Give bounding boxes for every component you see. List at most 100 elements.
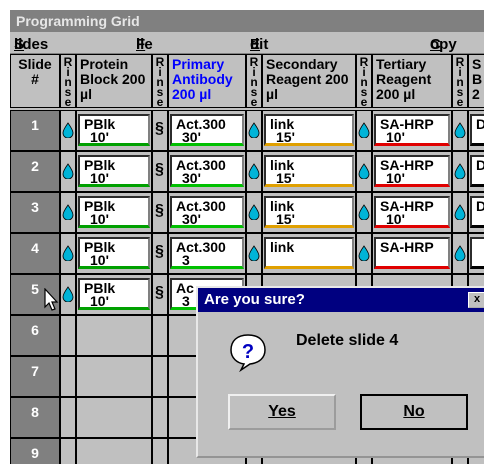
- secondary-reagent-time: 15': [276, 170, 295, 186]
- grid-cell[interactable]: [152, 315, 168, 356]
- primary-antibody-time: 30': [182, 170, 201, 186]
- tertiary-reagent-cell[interactable]: SA-HRP 10': [374, 196, 450, 228]
- rinse-drop-icon[interactable]: [62, 286, 74, 302]
- primary-antibody-time: 30': [182, 129, 201, 145]
- rinse-drop-icon[interactable]: [62, 163, 74, 179]
- row-header-3[interactable]: 3: [10, 192, 60, 233]
- protein-block-cell[interactable]: PBlk 10': [78, 278, 150, 310]
- grid-cell[interactable]: [152, 397, 168, 438]
- grid-cell[interactable]: [152, 438, 168, 464]
- dialog-title: Are you sure?: [204, 291, 305, 308]
- rinse-drop-icon[interactable]: [454, 245, 466, 261]
- protein-block-cell[interactable]: PBlk 10': [78, 196, 150, 228]
- rinse-swirl-icon[interactable]: §: [155, 161, 164, 179]
- menu-slides-rest: lides: [14, 36, 49, 53]
- protein-block-time: 10': [90, 293, 109, 309]
- yes-button[interactable]: Yes: [228, 394, 336, 430]
- rinse-drop-icon[interactable]: [454, 122, 466, 138]
- rinse-drop-icon[interactable]: [358, 204, 370, 220]
- svg-text:?: ?: [242, 341, 254, 363]
- protein-block-time: 10': [90, 211, 109, 227]
- primary-antibody-cell[interactable]: Act.300 30': [170, 196, 244, 228]
- rinse-drop-icon[interactable]: [62, 122, 74, 138]
- protein-block-time: 10': [90, 129, 109, 145]
- rinse-drop-icon[interactable]: [62, 204, 74, 220]
- rinse-drop-icon[interactable]: [454, 204, 466, 220]
- secondary-reagent-cell[interactable]: link 15': [264, 196, 354, 228]
- dialog-message: Delete slide 4: [296, 332, 399, 349]
- dialog-title-bar: Are you sure? x: [198, 288, 484, 312]
- row-header-8[interactable]: 8: [10, 397, 60, 438]
- secondary-reagent-time: 15': [276, 129, 295, 145]
- next-reagent-cell[interactable]: D: [470, 155, 484, 187]
- rinse-drop-icon[interactable]: [248, 245, 260, 261]
- question-icon: ?: [230, 334, 266, 372]
- dialog-close-button[interactable]: x: [468, 292, 484, 308]
- secondary-reagent-cell[interactable]: link 15': [264, 114, 354, 146]
- tertiary-reagent-time: 10': [386, 170, 405, 186]
- secondary-reagent-time: 15': [276, 211, 295, 227]
- protein-block-time: 10': [90, 170, 109, 186]
- grid-cell[interactable]: [76, 315, 152, 356]
- no-button[interactable]: No: [360, 394, 468, 430]
- protein-block-time: 10': [90, 252, 109, 268]
- grid-cell[interactable]: [60, 438, 76, 464]
- tertiary-reagent-time: 10': [386, 211, 405, 227]
- rinse-swirl-icon[interactable]: §: [155, 120, 164, 138]
- header-rinse-1: Rinse: [60, 54, 76, 108]
- tertiary-reagent-cell[interactable]: SA-HRP: [374, 237, 450, 269]
- secondary-reagent-cell[interactable]: link 15': [264, 155, 354, 187]
- grid-cell[interactable]: [152, 356, 168, 397]
- header-slide: Slide #: [10, 54, 60, 108]
- rinse-drop-icon[interactable]: [62, 245, 74, 261]
- mouse-pointer-icon: [44, 288, 59, 311]
- next-reagent-cell[interactable]: D: [470, 196, 484, 228]
- rinse-drop-icon[interactable]: [248, 163, 260, 179]
- next-reagent-cell[interactable]: [470, 237, 484, 269]
- rinse-swirl-icon[interactable]: §: [155, 284, 164, 302]
- rinse-swirl-icon[interactable]: §: [155, 243, 164, 261]
- header-rinse-2: Rinse: [152, 54, 168, 108]
- menu-file-rest: ile: [136, 36, 153, 53]
- protein-block-cell[interactable]: PBlk 10': [78, 155, 150, 187]
- row-header-1[interactable]: 1: [10, 110, 60, 151]
- grid-cell[interactable]: [76, 438, 152, 464]
- header-rinse-3: Rinse: [246, 54, 262, 108]
- grid-cell[interactable]: [76, 397, 152, 438]
- header-primary-antibody: Primary Antibody 200 µl: [168, 54, 246, 108]
- secondary-reagent-reagent: link: [270, 239, 295, 255]
- next-reagent-cell[interactable]: D: [470, 114, 484, 146]
- header-rinse-4: Rinse: [356, 54, 372, 108]
- rinse-drop-icon[interactable]: [358, 245, 370, 261]
- tertiary-reagent-cell[interactable]: SA-HRP 10': [374, 155, 450, 187]
- grid-cell[interactable]: [60, 315, 76, 356]
- grid-cell[interactable]: [76, 356, 152, 397]
- rinse-drop-icon[interactable]: [358, 163, 370, 179]
- programming-grid-window: Programming Grid Slides File Edit lists …: [10, 10, 484, 464]
- header-protein-block: Protein Block 200 µl: [76, 54, 152, 108]
- primary-antibody-cell[interactable]: Act.300 30': [170, 155, 244, 187]
- primary-antibody-cell[interactable]: Act.300 30': [170, 114, 244, 146]
- row-header-9[interactable]: 9: [10, 438, 60, 464]
- protein-block-cell[interactable]: PBlk 10': [78, 237, 150, 269]
- rinse-drop-icon[interactable]: [358, 122, 370, 138]
- row-header-4[interactable]: 4: [10, 233, 60, 274]
- protein-block-cell[interactable]: PBlk 10': [78, 114, 150, 146]
- no-button-label: No: [403, 403, 425, 420]
- row-header-6[interactable]: 6: [10, 315, 60, 356]
- rinse-drop-icon[interactable]: [248, 204, 260, 220]
- tertiary-reagent-reagent: SA-HRP: [380, 239, 434, 255]
- rinse-swirl-icon[interactable]: §: [155, 202, 164, 220]
- grid-cell[interactable]: [60, 356, 76, 397]
- tertiary-reagent-cell[interactable]: SA-HRP 10': [374, 114, 450, 146]
- grid-cell[interactable]: [60, 397, 76, 438]
- header-rinse-5: Rinse: [452, 54, 468, 108]
- row-header-7[interactable]: 7: [10, 356, 60, 397]
- row-header-2[interactable]: 2: [10, 151, 60, 192]
- primary-antibody-cell[interactable]: Act.300 3: [170, 237, 244, 269]
- rinse-drop-icon[interactable]: [454, 163, 466, 179]
- tertiary-reagent-time: 10': [386, 129, 405, 145]
- secondary-reagent-cell[interactable]: link: [264, 237, 354, 269]
- rinse-drop-icon[interactable]: [248, 122, 260, 138]
- confirm-dialog: Are you sure? x ? Delete slide 4 Yes No: [196, 286, 484, 458]
